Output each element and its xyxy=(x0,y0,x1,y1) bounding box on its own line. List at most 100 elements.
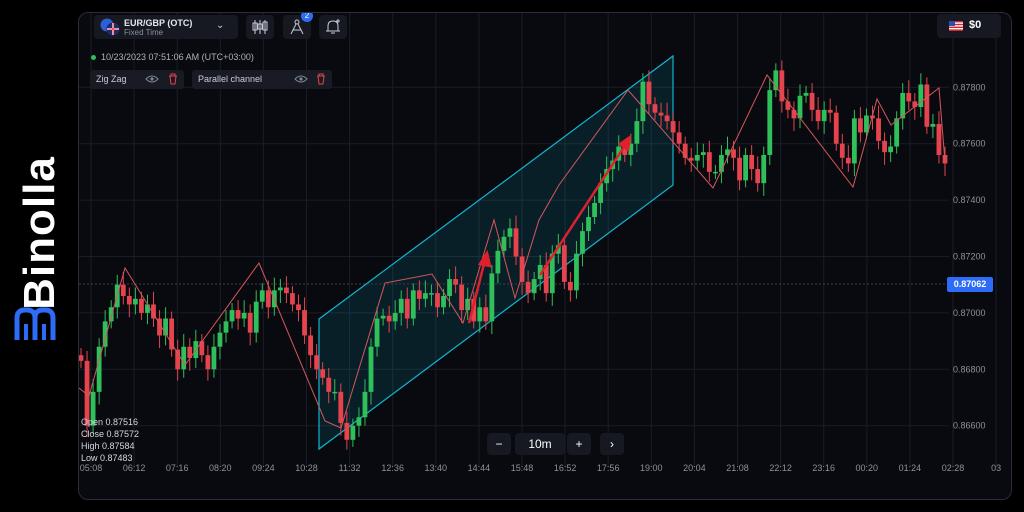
candle-body xyxy=(592,202,597,218)
candle-body xyxy=(422,293,428,299)
price-axis: 0.87800 0.87600 0.87400 0.87200 0.87000 0.868… xyxy=(953,82,986,430)
price-tick-label: 0.87800 xyxy=(953,82,986,92)
candle-body xyxy=(882,140,887,153)
time-tick-label: 10:28 xyxy=(295,463,318,473)
candle-body xyxy=(211,346,217,370)
indicator-count-badge: 2 xyxy=(301,13,313,22)
candle-body xyxy=(453,279,459,285)
candle-body xyxy=(368,346,374,392)
time-tick-label: 08:20 xyxy=(209,463,232,473)
candle-body xyxy=(749,154,755,170)
candle-body xyxy=(489,273,495,322)
trash-icon[interactable] xyxy=(314,73,328,85)
candle-body xyxy=(688,157,694,161)
eye-icon[interactable] xyxy=(294,73,308,85)
candle-body xyxy=(586,217,591,232)
candle-body xyxy=(888,146,894,153)
candle-body xyxy=(876,118,881,141)
trading-panel: 0.87800 0.87600 0.87400 0.87200 0.87000 0.868… xyxy=(78,12,1012,500)
candle-body xyxy=(833,112,839,144)
caret-down-icon: ⌄ xyxy=(216,20,225,31)
candle-body xyxy=(404,298,410,319)
candle-body xyxy=(634,121,640,144)
time-tick-label: 09:24 xyxy=(252,463,275,473)
indicator-zigzag[interactable]: Zig Zag xyxy=(90,70,184,89)
candle-body xyxy=(229,310,235,322)
time-tick-label: 07:16 xyxy=(166,463,189,473)
time-tick-label: 15:48 xyxy=(511,463,534,473)
candle-body xyxy=(308,335,313,356)
time-tick-label: 00:20 xyxy=(856,463,879,473)
candle-body xyxy=(429,293,434,295)
candle-body xyxy=(356,417,362,426)
candle-body xyxy=(580,231,585,254)
live-dot-icon xyxy=(91,55,96,61)
candle-body xyxy=(640,81,646,122)
candle-body xyxy=(507,228,513,237)
candle-body xyxy=(924,84,930,127)
balance-display[interactable]: $0 xyxy=(937,14,1001,38)
candle-body xyxy=(483,307,489,322)
timeframe-selector[interactable]: 10m xyxy=(515,433,565,455)
ohlc-close: Close 0.87572 xyxy=(81,429,140,439)
candle-body xyxy=(797,95,803,119)
candle-body xyxy=(392,312,398,322)
candle-body xyxy=(126,295,132,305)
time-tick-label: 12:36 xyxy=(381,463,404,473)
candle-body xyxy=(858,118,863,133)
ohlc-readout: Open 0.87516 Close 0.87572 High 0.87584 … xyxy=(81,416,139,464)
candle-body xyxy=(398,298,404,313)
candle-body xyxy=(284,287,289,294)
add-alert-icon xyxy=(326,19,340,34)
candle-body xyxy=(350,425,356,440)
timestamp-text: 10/23/2023 07:51:06 AM (UTC+03:00) xyxy=(101,52,254,62)
price-tick-label: 0.87600 xyxy=(953,139,986,149)
asset-name: EUR/GBP (OTC) xyxy=(124,18,193,28)
candle-body xyxy=(223,321,229,333)
time-tick-label: 02:28 xyxy=(942,463,965,473)
candle-body xyxy=(459,284,465,311)
chart-type-button[interactable] xyxy=(246,15,274,39)
candle-body xyxy=(845,157,851,164)
price-tick-label: 0.86800 xyxy=(953,364,986,374)
time-tick-label: 22:12 xyxy=(769,463,792,473)
candle-body xyxy=(513,228,519,257)
candle-body xyxy=(205,355,211,370)
price-tick-label: 0.87400 xyxy=(953,195,986,205)
add-alert-button[interactable] xyxy=(319,15,347,39)
candle-body xyxy=(646,81,652,105)
candle-body xyxy=(694,154,700,161)
candle-body xyxy=(265,290,271,308)
candle-body xyxy=(767,90,773,155)
brand-name: Binolla xyxy=(15,156,64,310)
indicator-parallel-channel[interactable]: Parallel channel xyxy=(192,70,332,89)
candle-body xyxy=(290,293,295,305)
us-flag-icon xyxy=(949,21,963,31)
candle-body xyxy=(326,377,332,392)
candle-body xyxy=(664,115,670,122)
price-tick-label: 0.87200 xyxy=(953,252,986,262)
candle-body xyxy=(755,169,761,184)
candle-body xyxy=(561,245,567,282)
candle-body xyxy=(574,253,579,291)
candle-body xyxy=(803,92,809,96)
candle-body xyxy=(658,112,664,116)
candle-body xyxy=(906,92,912,102)
ohlc-high: High 0.87584 xyxy=(81,441,135,451)
time-tick-label: 11:32 xyxy=(339,463,361,473)
zoom-in-button[interactable]: + xyxy=(567,433,591,455)
candle-body xyxy=(139,298,144,313)
eye-icon[interactable] xyxy=(145,73,159,85)
time-tick-label: 03 xyxy=(991,463,1001,473)
trash-icon[interactable] xyxy=(166,73,180,85)
asset-selector[interactable]: EUR/GBP (OTC) Fixed Time ⌄ xyxy=(94,15,238,39)
candle-body xyxy=(525,281,531,294)
brand-logo-icon xyxy=(14,307,56,340)
candle-body xyxy=(676,132,682,144)
candle-body xyxy=(851,118,857,164)
zoom-out-button[interactable]: − xyxy=(487,433,511,455)
candle-body xyxy=(743,154,749,181)
candle-body xyxy=(495,250,501,274)
ohlc-open: Open 0.87516 xyxy=(81,417,139,427)
scroll-right-button[interactable]: › xyxy=(600,433,624,455)
